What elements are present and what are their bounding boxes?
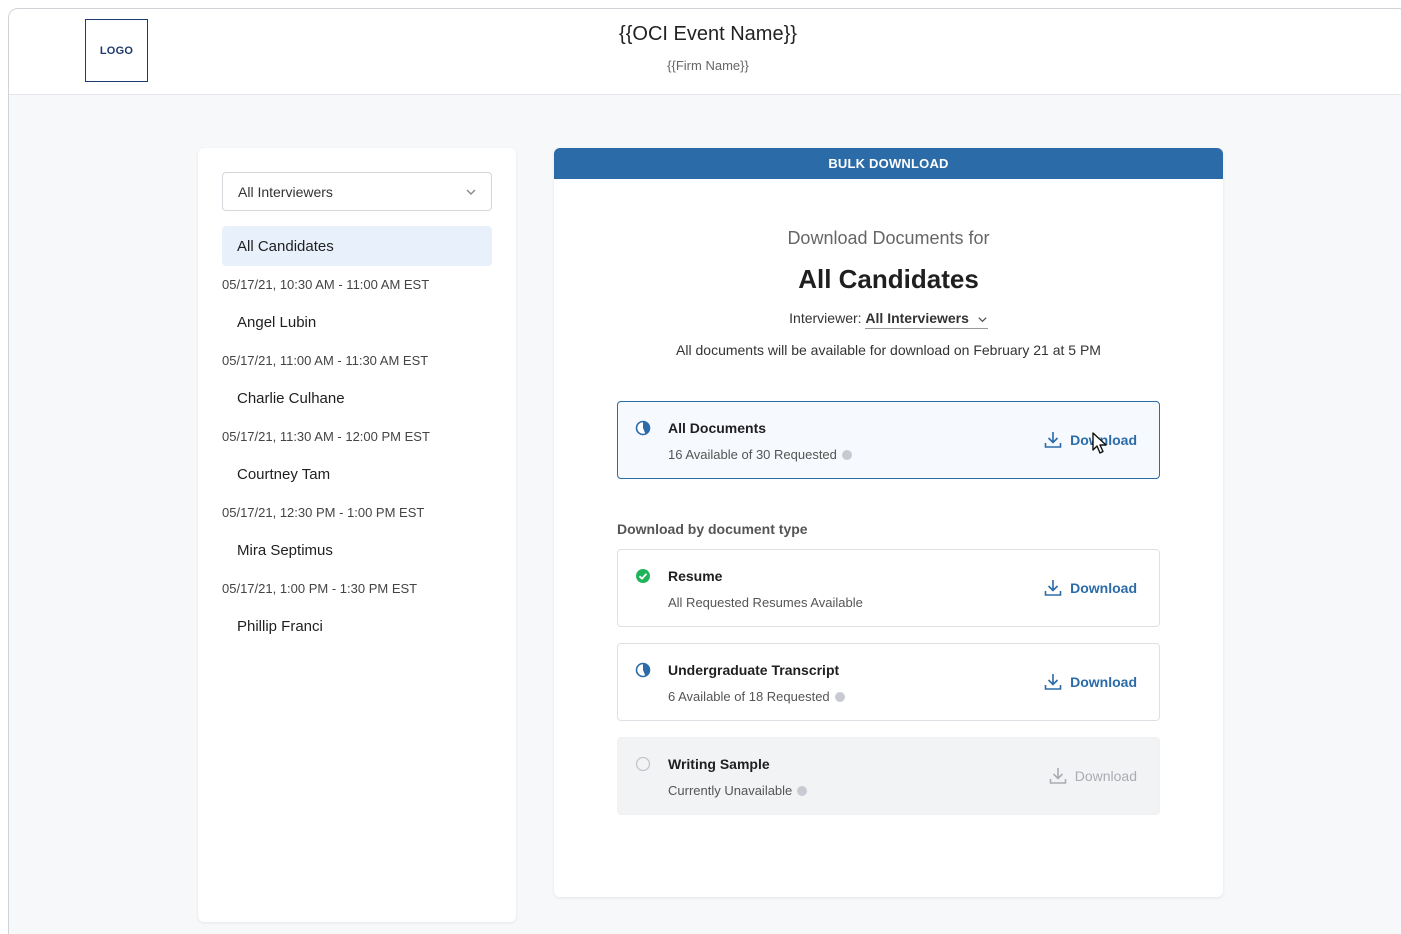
- section-label: Download by document type: [617, 521, 808, 537]
- doc-subtitle-text: Currently Unavailable: [668, 783, 793, 798]
- doc-subtitle-text: 6 Available of 18 Requested: [668, 689, 830, 704]
- app-window: LOGO {{OCI Event Name}} {{Firm Name}} Al…: [8, 8, 1401, 934]
- download-label: Download: [1070, 580, 1137, 596]
- slot-time: 05/17/21, 11:30 AM - 12:00 PM EST: [222, 428, 430, 444]
- interviewer-filter-value: All Interviewers: [238, 183, 333, 200]
- slot-time: 05/17/21, 12:30 PM - 1:00 PM EST: [222, 504, 425, 520]
- slot-time: 05/17/21, 11:00 AM - 11:30 AM EST: [222, 352, 429, 368]
- candidate-item[interactable]: Angel Lubin: [222, 302, 492, 342]
- doc-subtitle-text: All Requested Resumes Available: [668, 595, 863, 610]
- candidate-sidebar: All Interviewers All Candidates 05/17/21…: [198, 148, 516, 922]
- doc-row-writing-sample: Writing Sample Currently Unavailable Dow…: [617, 737, 1160, 815]
- availability-note: All documents will be available for down…: [676, 342, 1101, 358]
- empty-circle-icon: [635, 756, 651, 772]
- doc-row-all-documents: All Documents 16 Available of 30 Request…: [617, 401, 1160, 479]
- info-icon[interactable]: [834, 691, 845, 702]
- slot-time: 05/17/21, 1:00 PM - 1:30 PM EST: [222, 580, 418, 596]
- download-target: All Candidates: [798, 264, 979, 294]
- interviewer-dropdown[interactable]: All Interviewers: [865, 310, 988, 329]
- download-button[interactable]: Download: [1043, 430, 1137, 450]
- card-header: BULK DOWNLOAD: [554, 148, 1223, 179]
- check-circle-icon: [636, 569, 650, 583]
- interviewer-line: Interviewer: All Interviewers: [554, 310, 1223, 329]
- download-button-disabled: Download: [1048, 766, 1137, 786]
- info-icon[interactable]: [841, 449, 852, 460]
- bulk-download-card: BULK DOWNLOAD Download Documents for All…: [554, 148, 1223, 897]
- doc-title: Resume: [668, 568, 723, 584]
- interviewer-filter-select[interactable]: All Interviewers: [222, 172, 492, 211]
- download-button[interactable]: Download: [1043, 672, 1137, 692]
- candidate-item[interactable]: Charlie Culhane: [222, 378, 492, 418]
- candidate-item[interactable]: Phillip Franci: [222, 606, 492, 646]
- doc-subtitle-text: 16 Available of 30 Requested: [668, 447, 837, 462]
- doc-subtitle: 6 Available of 18 Requested: [668, 689, 845, 704]
- doc-title: All Documents: [668, 420, 767, 436]
- download-label: Download: [1070, 674, 1137, 690]
- download-icon: [1044, 432, 1062, 448]
- candidate-list: All Candidates 05/17/21, 10:30 AM - 11:0…: [222, 226, 492, 646]
- download-for-label: Download Documents for: [787, 228, 990, 248]
- doc-title: Undergraduate Transcript: [668, 662, 840, 678]
- doc-subtitle: 16 Available of 30 Requested: [668, 447, 852, 462]
- partial-status-icon: [635, 662, 651, 678]
- event-title: {{OCI Event Name}}: [619, 23, 797, 45]
- download-icon: [1044, 674, 1062, 690]
- doc-subtitle: All Requested Resumes Available: [668, 595, 863, 610]
- partial-status-icon: [635, 420, 651, 436]
- download-label: Download: [1074, 768, 1137, 784]
- chevron-down-icon: [978, 317, 987, 323]
- doc-row-undergraduate-transcript: Undergraduate Transcript 6 Available of …: [617, 643, 1160, 721]
- download-icon: [1049, 768, 1067, 784]
- doc-row-resume: Resume All Requested Resumes Available D…: [617, 549, 1160, 627]
- candidate-all[interactable]: All Candidates: [222, 226, 492, 266]
- doc-title: Writing Sample: [668, 756, 770, 772]
- mouse-cursor-icon: [1092, 432, 1107, 454]
- interviewer-label: Interviewer:: [789, 310, 862, 326]
- doc-subtitle: Currently Unavailable: [668, 783, 808, 798]
- candidate-item[interactable]: Courtney Tam: [222, 454, 492, 494]
- download-icon: [1044, 580, 1062, 596]
- chevron-down-icon: [466, 189, 476, 195]
- info-icon[interactable]: [797, 785, 808, 796]
- top-bar: LOGO {{OCI Event Name}} {{Firm Name}}: [9, 9, 1401, 95]
- download-button[interactable]: Download: [1043, 578, 1137, 598]
- firm-name: {{Firm Name}}: [667, 58, 749, 73]
- interviewer-value: All Interviewers: [865, 310, 969, 326]
- slot-time: 05/17/21, 10:30 AM - 11:00 AM EST: [222, 276, 430, 292]
- candidate-item[interactable]: Mira Septimus: [222, 530, 492, 570]
